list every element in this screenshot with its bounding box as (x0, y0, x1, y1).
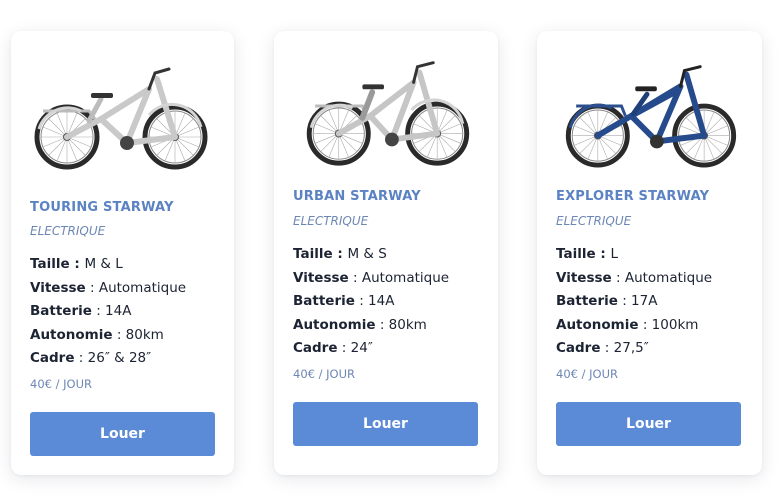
rent-button[interactable]: Louer (293, 402, 478, 446)
spec-batterie: Batterie : 17A (556, 293, 658, 309)
blue-trekking-ebike-image (555, 65, 743, 171)
product-card-touring: TOURING STARWAY ELECTRIQUE Taille : M & … (11, 31, 234, 475)
spec-list: Taille : L Vitesse : Automatique Batteri… (556, 243, 712, 361)
spec-value: L (610, 246, 618, 262)
spec-value: 26″ & 28″ (87, 350, 152, 366)
spec-label: Batterie (556, 293, 618, 309)
product-title: EXPLORER STARWAY (556, 189, 710, 204)
rent-button[interactable]: Louer (30, 412, 215, 456)
spec-value: 80km (388, 316, 427, 333)
spec-value: M & S (347, 246, 387, 262)
spec-label: Vitesse (30, 279, 86, 296)
spec-value: 100km (651, 316, 699, 333)
product-type: ELECTRIQUE (293, 214, 369, 228)
spec-value: 80km (125, 326, 164, 343)
price-label: 40€ / JOUR (556, 367, 618, 381)
spec-label: Autonomie (293, 316, 376, 333)
spec-vitesse: Vitesse : Automatique (556, 269, 713, 286)
spec-batterie: Batterie : 14A (293, 293, 395, 309)
spec-value: Automatique (361, 269, 450, 286)
spec-value: 14A (105, 303, 132, 319)
spec-value: 24″ (350, 340, 373, 356)
spec-taille: Taille : M & S (293, 246, 387, 262)
spec-taille: Taille : M & L (30, 256, 123, 272)
product-title: URBAN STARWAY (293, 189, 421, 204)
price-label: 40€ / JOUR (30, 377, 92, 391)
silver-step-through-ebike-image (29, 67, 217, 177)
spec-label: Taille (293, 246, 333, 262)
spec-autonomie: Autonomie : 80km (30, 326, 164, 343)
spec-label: Vitesse (556, 269, 612, 286)
product-card-urban: URBAN STARWAY ELECTRIQUE Taille : M & S … (274, 31, 498, 475)
spec-value: 27,5″ (613, 340, 649, 356)
spec-list: Taille : M & S Vitesse : Automatique Bat… (293, 243, 449, 361)
spec-label: Taille (556, 246, 596, 262)
product-card-explorer: EXPLORER STARWAY ELECTRIQUE Taille : L V… (537, 31, 762, 475)
spec-label: Batterie (293, 293, 355, 309)
spec-taille: Taille : L (556, 246, 618, 262)
product-type: ELECTRIQUE (556, 214, 632, 228)
product-title: TOURING STARWAY (30, 200, 174, 215)
spec-cadre: Cadre : 24″ (293, 340, 373, 356)
spec-label: Vitesse (293, 269, 349, 286)
spec-label: Autonomie (30, 326, 113, 343)
spec-label: Taille (30, 256, 70, 272)
spec-batterie: Batterie : 14A (30, 303, 132, 319)
spec-cadre: Cadre : 26″ & 28″ (30, 350, 152, 366)
spec-label: Cadre (293, 340, 338, 356)
silver-city-ebike-image (292, 61, 480, 171)
spec-label: Cadre (30, 350, 75, 366)
spec-cadre: Cadre : 27,5″ (556, 340, 649, 356)
spec-label: Autonomie (556, 316, 639, 333)
product-type: ELECTRIQUE (30, 224, 106, 238)
price-label: 40€ / JOUR (293, 367, 355, 381)
spec-vitesse: Vitesse : Automatique (293, 269, 450, 286)
spec-vitesse: Vitesse : Automatique (30, 279, 187, 296)
spec-label: Batterie (30, 303, 92, 319)
spec-list: Taille : M & L Vitesse : Automatique Bat… (30, 253, 186, 371)
spec-value: Automatique (98, 279, 187, 296)
spec-value: 17A (631, 293, 658, 309)
spec-value: 14A (368, 293, 395, 309)
rent-button[interactable]: Louer (556, 402, 741, 446)
spec-autonomie: Autonomie : 80km (293, 316, 427, 333)
spec-value: Automatique (624, 269, 713, 286)
spec-value: M & L (84, 256, 123, 272)
spec-autonomie: Autonomie : 100km (556, 316, 699, 333)
spec-label: Cadre (556, 340, 601, 356)
